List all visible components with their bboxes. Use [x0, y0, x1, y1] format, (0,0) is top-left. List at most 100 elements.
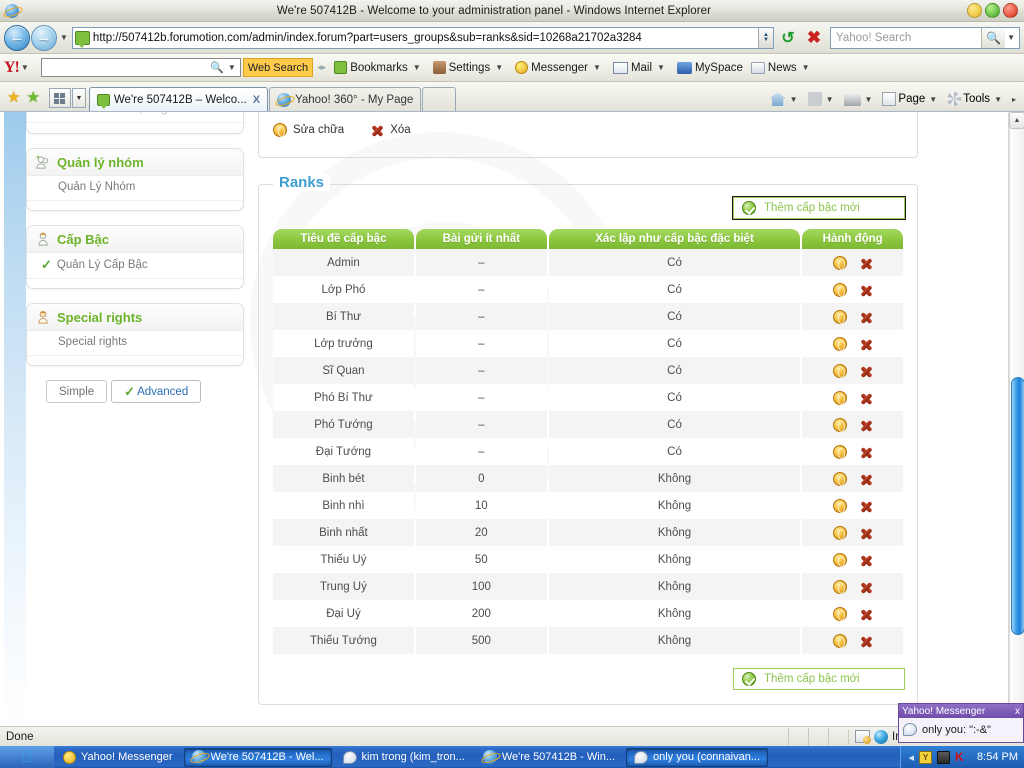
edit-rank-icon[interactable]	[832, 633, 847, 648]
yahoo-search-input[interactable]: 🔍 ▼	[40, 58, 241, 77]
browser-search-input[interactable]: Yahoo! Search	[831, 32, 981, 44]
toolbar-overflow-icon[interactable]: ▸	[1012, 95, 1016, 104]
print-button[interactable]: ▼	[842, 92, 879, 106]
delete-rank-icon[interactable]	[859, 634, 873, 648]
taskbar-item-2[interactable]: kim trong (kim_tron...	[336, 748, 472, 767]
edit-rank-icon[interactable]	[832, 606, 847, 621]
edit-rank-icon[interactable]	[832, 336, 847, 351]
page-vertical-scrollbar[interactable]: ▲ ▼	[1008, 112, 1024, 726]
popup-close-icon[interactable]: x	[1015, 706, 1020, 717]
edit-rank-icon[interactable]	[832, 444, 847, 459]
tray-monitor-icon[interactable]	[937, 750, 951, 764]
taskbar-item-3[interactable]: We're 507412B - Win...	[476, 748, 622, 767]
sidebar-item-special-rights[interactable]: Special rights	[27, 331, 243, 356]
chevron-down-icon[interactable]: ▼	[495, 63, 503, 72]
edit-rank-icon[interactable]	[832, 282, 847, 297]
tray-expand-icon[interactable]: ◂	[909, 751, 915, 764]
delete-rank-icon[interactable]	[859, 256, 873, 270]
browser-search-box[interactable]: Yahoo! Search 🔍 ▼	[830, 26, 1020, 49]
chevron-down-icon[interactable]: ▼	[593, 63, 601, 72]
edit-rank-icon[interactable]	[832, 309, 847, 324]
delete-rank-icon[interactable]	[859, 553, 873, 567]
delete-rank-icon[interactable]	[859, 310, 873, 324]
start-button[interactable]: 	[0, 746, 54, 768]
delete-rank-icon[interactable]	[859, 472, 873, 486]
taskbar-item-4[interactable]: only you (connaivan...	[626, 747, 769, 767]
back-button[interactable]: ←	[4, 24, 30, 51]
clock[interactable]: 8:54 PM	[973, 751, 1018, 763]
delete-rank-icon[interactable]	[859, 445, 873, 459]
search-provider-caret-icon[interactable]: ▼	[1007, 33, 1015, 42]
favorites-star-icon[interactable]: ★	[7, 90, 20, 105]
edit-rank-icon[interactable]	[832, 390, 847, 405]
edit-rank-icon[interactable]	[832, 363, 847, 378]
page-menu-button[interactable]: Page ▼	[880, 92, 943, 106]
close-button[interactable]	[1003, 3, 1018, 18]
url-dropdown-icon[interactable]: ▲ ▼	[758, 27, 773, 48]
simple-mode-button[interactable]: Simple	[46, 380, 108, 403]
chevron-down-icon[interactable]: ▼	[929, 95, 937, 104]
tab-list-dropdown[interactable]: ▼	[71, 88, 86, 108]
toolbar-item-myspace[interactable]: MySpace	[676, 61, 743, 74]
forward-button[interactable]: →	[31, 24, 57, 51]
url-bar[interactable]: http://507412b.forumotion.com/admin/inde…	[71, 26, 774, 49]
delete-rank-icon[interactable]	[859, 580, 873, 594]
toolbar-item-messenger[interactable]: Messenger ▼	[515, 61, 605, 74]
toolbar-item-news[interactable]: News ▼	[750, 61, 814, 74]
toolbar-item-settings[interactable]: Settings ▼	[432, 61, 507, 74]
history-dropdown-icon[interactable]: ▼	[60, 33, 68, 42]
delete-rank-icon[interactable]	[859, 607, 873, 621]
search-go-icon[interactable]: 🔍	[981, 27, 1006, 48]
advanced-mode-button[interactable]: ✓ Advanced	[111, 380, 202, 403]
minimize-button[interactable]	[967, 3, 982, 18]
maximize-button[interactable]	[985, 3, 1000, 18]
scrollbar-thumb[interactable]	[1011, 377, 1024, 635]
quick-tabs-button[interactable]	[48, 88, 71, 108]
delete-rank-icon[interactable]	[859, 418, 873, 432]
scrollbar-track[interactable]	[1009, 129, 1024, 709]
edit-rank-icon[interactable]	[832, 498, 847, 513]
web-search-button[interactable]: Web Search	[242, 58, 314, 77]
edit-rank-icon[interactable]	[832, 579, 847, 594]
edit-rank-icon[interactable]	[832, 417, 847, 432]
tray-kaspersky-icon[interactable]: K	[955, 750, 968, 764]
edit-rank-icon[interactable]	[832, 255, 847, 270]
yahoo-search-caret-icon[interactable]: ▼	[228, 63, 236, 72]
chevron-down-icon[interactable]: ▼	[865, 95, 873, 104]
taskbar-item-0[interactable]: Yahoo! Messenger	[56, 748, 180, 767]
delete-rank-icon[interactable]	[859, 499, 873, 513]
new-tab-button[interactable]	[422, 87, 457, 111]
delete-rank-icon[interactable]	[859, 283, 873, 297]
stop-button[interactable]: ✖	[802, 26, 826, 50]
yahoo-logo-caret-icon[interactable]: ▼	[21, 63, 29, 72]
tools-menu-button[interactable]: Tools ▼	[945, 92, 1008, 106]
chevron-down-icon[interactable]: ▼	[413, 63, 421, 72]
delete-rank-icon[interactable]	[859, 391, 873, 405]
delete-rank-icon[interactable]	[859, 364, 873, 378]
toolbar-item-mail[interactable]: Mail ▼	[612, 61, 669, 74]
scroll-up-arrow-icon[interactable]: ▲	[1009, 112, 1024, 129]
tab-item-1[interactable]: Yahoo! 360° - My Page	[269, 87, 422, 111]
edit-rank-icon[interactable]	[832, 525, 847, 540]
feeds-button[interactable]: ▼	[806, 92, 840, 106]
add-favorite-icon[interactable]: ★	[26, 90, 39, 105]
refresh-button[interactable]: ↺	[776, 26, 800, 50]
chevron-down-icon[interactable]: ▼	[826, 95, 834, 104]
yahoo-logo[interactable]: Y!	[4, 59, 20, 77]
sidebar-item-ban-control[interactable]: Điều Khiển Việc Ngăn Cấm	[27, 112, 243, 123]
delete-rank-icon[interactable]	[859, 526, 873, 540]
messenger-notification-popup[interactable]: Yahoo! Messenger x only you: ":-&"	[898, 703, 1024, 743]
tab-close-icon[interactable]: X	[253, 94, 260, 106]
sidebar-item-group-management[interactable]: Quản Lý Nhóm	[27, 176, 243, 201]
tray-yahoo-icon[interactable]: Y	[919, 750, 933, 764]
taskbar-item-1[interactable]: We're 507412B - Wel...	[183, 747, 332, 767]
edit-rank-icon[interactable]	[832, 552, 847, 567]
chevron-down-icon[interactable]: ▼	[994, 95, 1002, 104]
edit-rank-icon[interactable]	[832, 471, 847, 486]
chevron-down-icon[interactable]: ▼	[802, 63, 810, 72]
sidebar-item-rank-management[interactable]: ✓ Quản Lý Cấp Bậc	[27, 253, 243, 279]
home-button[interactable]: ▼	[768, 92, 804, 106]
toolbar-item-bookmarks[interactable]: Bookmarks ▼	[334, 61, 424, 74]
chevron-down-icon[interactable]: ▼	[790, 95, 798, 104]
chevron-down-icon[interactable]: ▼	[657, 63, 665, 72]
